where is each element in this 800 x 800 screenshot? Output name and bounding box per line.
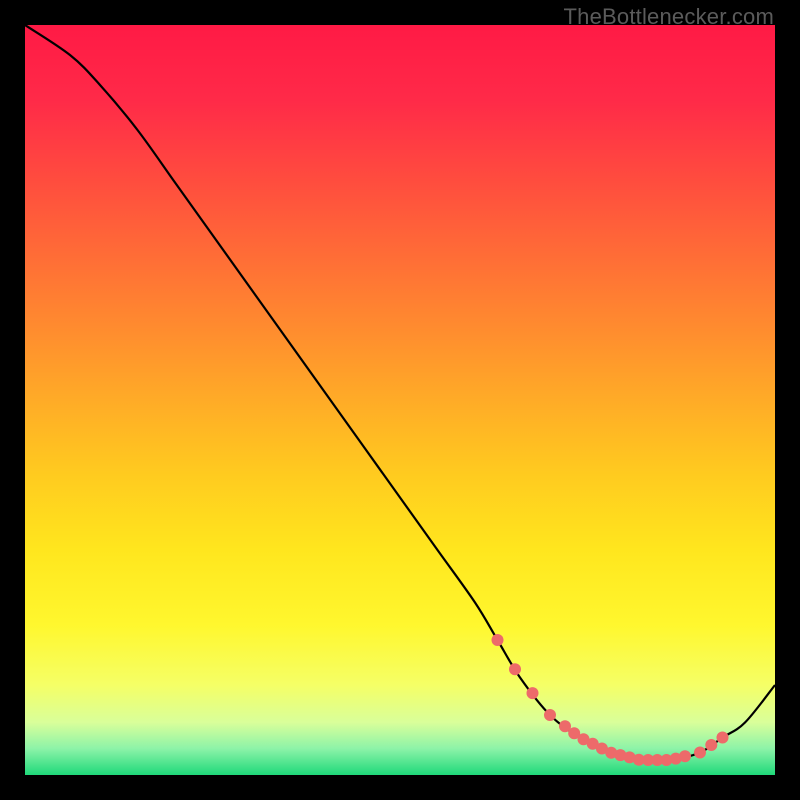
curve-marker <box>694 747 706 759</box>
curve-marker <box>509 663 521 675</box>
chart-stage: TheBottlenecker.com <box>0 0 800 800</box>
plot-area <box>25 25 775 775</box>
curve-marker <box>544 709 556 721</box>
curve-line <box>25 25 775 761</box>
curve-marker <box>705 739 717 751</box>
curve-marker <box>717 732 729 744</box>
bottleneck-curve <box>25 25 775 775</box>
curve-marker <box>527 687 539 699</box>
curve-marker <box>679 750 691 762</box>
curve-marker <box>492 634 504 646</box>
curve-markers <box>492 634 729 766</box>
attribution-label: TheBottlenecker.com <box>564 4 774 30</box>
